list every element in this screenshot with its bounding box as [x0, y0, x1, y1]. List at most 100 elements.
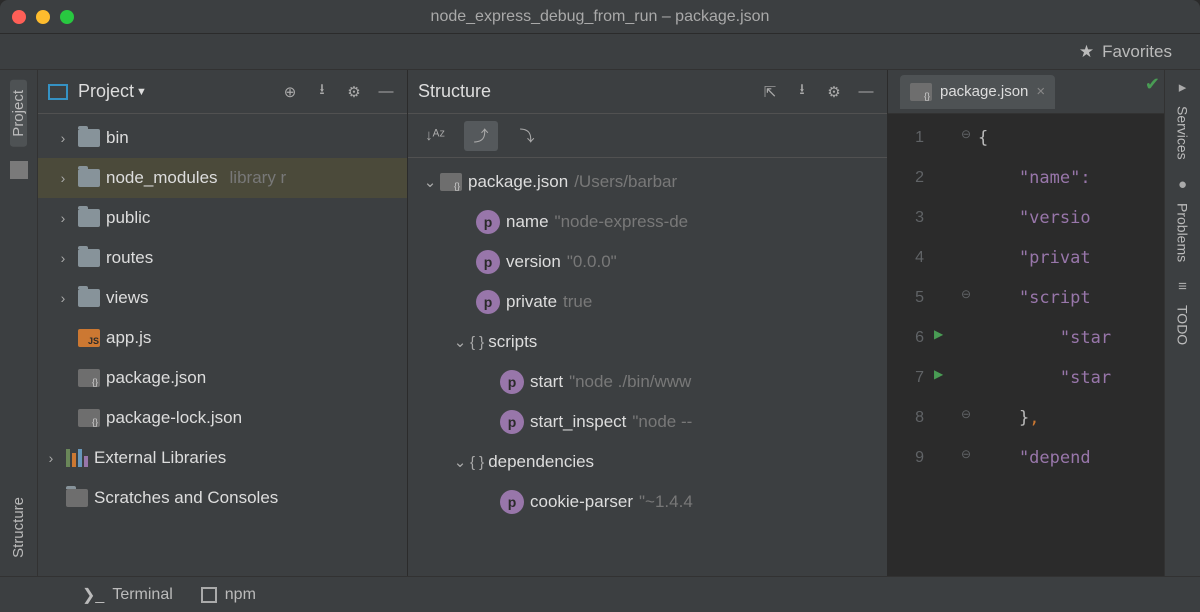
fold-icon[interactable]: ⊖	[954, 114, 978, 154]
property-icon: p	[476, 250, 500, 274]
title-bar: node_express_debug_from_run – package.js…	[0, 0, 1200, 34]
scratch-icon	[66, 489, 88, 507]
list-icon[interactable]: ≡	[1178, 278, 1187, 295]
left-tool-strip: Project Structure	[0, 70, 38, 576]
collapse-icon[interactable]: ⭳	[311, 81, 333, 103]
run-gutter: ▶ ▶	[934, 114, 954, 576]
sort-alpha-icon[interactable]: ↓ᴬᶻ	[418, 121, 452, 151]
folder-icon	[78, 209, 100, 227]
hide-icon[interactable]: —	[855, 81, 877, 103]
terminal-icon: ❯_	[82, 585, 104, 605]
object-icon: { }	[470, 334, 484, 351]
editor-area: package.json × ✔ 123456789 ▶ ▶ ⊖⊖⊖⊖ { "n…	[888, 70, 1164, 576]
json-file-icon	[78, 369, 100, 387]
inspection-ok-icon[interactable]: ✔	[1145, 74, 1160, 95]
json-file-icon	[78, 409, 100, 427]
npm-tool-button[interactable]: npm	[201, 586, 256, 604]
project-panel-title[interactable]: Project▼	[78, 81, 147, 102]
window-zoom-icon[interactable]	[60, 10, 74, 24]
object-icon: { }	[470, 454, 484, 471]
structure-root[interactable]: ⌄package.json/Users/barbar	[414, 162, 887, 202]
line-gutter: 123456789	[888, 114, 934, 576]
star-icon[interactable]: ★	[1079, 42, 1094, 62]
run-gutter-icon[interactable]: ▶	[934, 367, 943, 381]
close-icon[interactable]: ×	[1036, 83, 1045, 100]
warning-icon[interactable]: ●	[1178, 176, 1187, 193]
structure-panel: Structure ⇱ ⭳ ⚙ — ↓ᴬᶻ ⤴ ⤵ ⌄package.json/…	[408, 70, 888, 576]
project-tool-tab[interactable]: Project	[10, 80, 27, 147]
property-icon: p	[476, 210, 500, 234]
terminal-tool-button[interactable]: ❯_Terminal	[82, 585, 173, 605]
folder-icon	[78, 249, 100, 267]
bottom-tool-bar: ❯_Terminal npm	[0, 576, 1200, 612]
structure-deps[interactable]: ⌄{ }dependencies	[414, 442, 887, 482]
tree-item-packagelock[interactable]: package-lock.json	[38, 398, 407, 438]
expand-all-icon[interactable]: ⇱	[759, 81, 781, 103]
structure-script-start[interactable]: pstart"node ./bin/www	[414, 362, 887, 402]
tree-item-public[interactable]: ›public	[38, 198, 407, 238]
structure-script-inspect[interactable]: pstart_inspect"node --	[414, 402, 887, 442]
fold-icon[interactable]: ⊖	[954, 434, 978, 474]
run-gutter-icon[interactable]: ▶	[934, 327, 943, 341]
tree-item-scratches[interactable]: Scratches and Consoles	[38, 478, 407, 518]
json-file-icon	[440, 173, 462, 191]
fold-icon[interactable]: ⊖	[954, 274, 978, 314]
play-icon[interactable]: ▸	[1179, 78, 1187, 96]
window-minimize-icon[interactable]	[36, 10, 50, 24]
todo-tool-tab[interactable]: TODO	[1175, 295, 1191, 355]
folder-icon	[78, 129, 100, 147]
fold-icon[interactable]: ⊖	[954, 394, 978, 434]
structure-tool-tab[interactable]: Structure	[10, 487, 27, 568]
favorites-label[interactable]: Favorites	[1102, 42, 1172, 62]
collapse-all-icon[interactable]: ⭳	[791, 81, 813, 103]
project-panel: Project▼ ⊕ ⭳ ⚙ — ›bin ›node_moduleslibra…	[38, 70, 408, 576]
structure-prop-name[interactable]: pname"node-express-de	[414, 202, 887, 242]
tree-item-routes[interactable]: ›routes	[38, 238, 407, 278]
window-close-icon[interactable]	[12, 10, 26, 24]
editor-tab-packagejson[interactable]: package.json ×	[900, 75, 1055, 109]
toolbar-row: ★ Favorites	[0, 34, 1200, 70]
autoscroll-source-icon[interactable]: ⤴	[464, 121, 498, 151]
window-title: node_express_debug_from_run – package.js…	[0, 8, 1200, 26]
tree-item-bin[interactable]: ›bin	[38, 118, 407, 158]
tree-item-node-modules[interactable]: ›node_moduleslibrary r	[38, 158, 407, 198]
structure-prop-version[interactable]: pversion"0.0.0"	[414, 242, 887, 282]
project-view-icon	[48, 84, 68, 100]
structure-dep-cookie[interactable]: pcookie-parser"~1.4.4	[414, 482, 887, 522]
services-tool-tab[interactable]: Services	[1175, 96, 1191, 170]
right-tool-strip: ▸ Services ● Problems ≡ TODO	[1164, 70, 1200, 576]
property-icon: p	[500, 490, 524, 514]
folder-icon	[78, 289, 100, 307]
json-file-icon	[910, 83, 932, 101]
property-icon: p	[476, 290, 500, 314]
structure-panel-title: Structure	[418, 81, 491, 102]
tree-item-external-libs[interactable]: ›External Libraries	[38, 438, 407, 478]
code-editor[interactable]: { "name": "versio "privat "script "star …	[978, 114, 1164, 576]
editor-tab-label: package.json	[940, 83, 1028, 100]
structure-toolbar: ↓ᴬᶻ ⤴ ⤵	[408, 114, 887, 158]
locate-icon[interactable]: ⊕	[279, 81, 301, 103]
property-icon: p	[500, 370, 524, 394]
folder-icon	[78, 169, 100, 187]
project-tree: ›bin ›node_moduleslibrary r ›public ›rou…	[38, 114, 407, 576]
fold-gutter: ⊖⊖⊖⊖	[954, 114, 978, 576]
settings-icon[interactable]: ⚙	[823, 81, 845, 103]
tree-item-appjs[interactable]: JSapp.js	[38, 318, 407, 358]
tool-icon[interactable]	[10, 161, 28, 179]
settings-icon[interactable]: ⚙	[343, 81, 365, 103]
structure-panel-header: Structure ⇱ ⭳ ⚙ —	[408, 70, 887, 114]
tree-item-views[interactable]: ›views	[38, 278, 407, 318]
structure-prop-private[interactable]: pprivatetrue	[414, 282, 887, 322]
project-panel-header: Project▼ ⊕ ⭳ ⚙ —	[38, 70, 407, 114]
structure-tree: ⌄package.json/Users/barbar pname"node-ex…	[408, 158, 887, 576]
npm-icon	[201, 587, 217, 603]
structure-scripts[interactable]: ⌄{ }scripts	[414, 322, 887, 362]
editor-tab-bar: package.json ×	[888, 70, 1164, 114]
js-file-icon: JS	[78, 329, 100, 347]
property-icon: p	[500, 410, 524, 434]
problems-tool-tab[interactable]: Problems	[1175, 193, 1191, 272]
library-icon	[66, 449, 88, 467]
hide-icon[interactable]: —	[375, 81, 397, 103]
tree-item-packagejson[interactable]: package.json	[38, 358, 407, 398]
autoscroll-from-icon[interactable]: ⤵	[510, 121, 544, 151]
